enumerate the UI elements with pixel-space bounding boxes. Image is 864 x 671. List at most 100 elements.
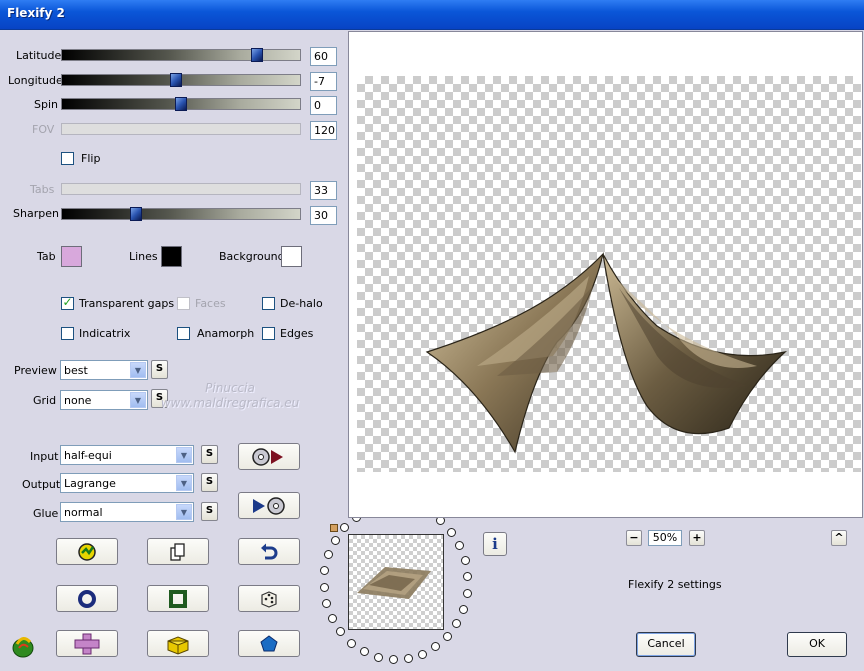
undo-button[interactable]	[238, 538, 300, 565]
navigator-dot[interactable]	[455, 541, 465, 551]
navigator-dot[interactable]	[319, 582, 329, 592]
zoom-level[interactable]: 50%	[648, 530, 682, 546]
navigator-dot[interactable]	[443, 631, 452, 641]
glue-s-button[interactable]: S	[201, 502, 218, 521]
grid-select-label: Grid	[33, 394, 57, 407]
cube-shape-button[interactable]	[147, 630, 209, 657]
tabs-value: 33	[310, 181, 337, 200]
navigator-dot[interactable]	[323, 550, 333, 560]
copy-button[interactable]	[147, 538, 209, 565]
navigator-dot[interactable]	[462, 588, 472, 598]
random-button[interactable]	[238, 585, 300, 612]
zoom-out-button[interactable]: −	[626, 530, 642, 546]
sharpen-slider[interactable]	[61, 207, 301, 221]
navigator-handle[interactable]	[330, 524, 338, 532]
navigator-dot[interactable]	[459, 604, 469, 614]
preview-s-button[interactable]: S	[151, 360, 168, 379]
spin-value[interactable]: 0	[310, 96, 337, 115]
chevron-down-icon[interactable]: ▼	[176, 475, 192, 491]
collapse-button[interactable]: ^	[831, 530, 847, 546]
background-color-swatch[interactable]	[281, 246, 302, 267]
input-s-button[interactable]: S	[201, 445, 218, 464]
watermark-line-1: Pinuccia	[205, 381, 255, 395]
chevron-down-icon[interactable]: ▼	[130, 362, 146, 378]
de-halo-checkbox[interactable]	[262, 297, 275, 310]
edges-checkbox[interactable]	[262, 327, 275, 340]
pentagon-icon	[260, 634, 278, 651]
indicatrix-checkbox[interactable]	[61, 327, 74, 340]
navigator-dot[interactable]	[339, 523, 349, 532]
latitude-slider[interactable]	[61, 48, 301, 62]
cancel-button[interactable]: Cancel	[636, 632, 696, 657]
latitude-value[interactable]: 60	[310, 47, 337, 66]
navigator-dot[interactable]	[373, 653, 383, 663]
navigator-dot[interactable]	[327, 613, 337, 623]
tabs-label: Tabs	[30, 183, 55, 196]
anamorph-checkbox[interactable]	[177, 327, 190, 340]
cross-shape-button[interactable]	[56, 630, 118, 657]
longitude-thumb[interactable]	[170, 73, 183, 87]
ok-button[interactable]: OK	[787, 632, 847, 657]
navigator-thumbnail[interactable]	[348, 534, 444, 630]
navigator-dot[interactable]	[322, 598, 332, 608]
animate-button[interactable]	[56, 538, 118, 565]
glue-select[interactable]: normal ▼	[60, 502, 194, 522]
input-select-value: half-equi	[64, 449, 112, 462]
circle-shape-button[interactable]	[56, 585, 118, 612]
undo-icon	[261, 543, 278, 559]
navigator-dot[interactable]	[359, 647, 369, 657]
zoom-in-button[interactable]: +	[689, 530, 705, 546]
preview-canvas[interactable]	[348, 31, 863, 518]
fov-value: 120	[310, 121, 337, 140]
dice-icon	[261, 590, 277, 608]
navigator-dot[interactable]	[330, 535, 340, 545]
spin-slider[interactable]	[61, 97, 301, 111]
navigator-dot[interactable]	[460, 556, 470, 566]
pentagon-shape-button[interactable]	[238, 630, 300, 657]
navigator-dot[interactable]	[388, 655, 398, 665]
square-icon	[169, 589, 187, 608]
chevron-down-icon[interactable]: ▼	[176, 447, 192, 463]
load-settings-button[interactable]	[238, 443, 300, 470]
fov-label: FOV	[32, 123, 55, 136]
input-select[interactable]: half-equi ▼	[60, 445, 194, 465]
watermark-line-2: www.maldiregrafica.eu	[160, 396, 300, 410]
navigator-dot[interactable]	[320, 566, 330, 576]
glue-select-value: normal	[64, 506, 103, 519]
transparent-gaps-label: Transparent gaps	[79, 297, 175, 310]
flexify-logo-icon	[12, 637, 34, 658]
navigator-dot[interactable]	[446, 527, 456, 537]
spin-thumb[interactable]	[175, 97, 187, 111]
title-bar[interactable]: Flexify 2	[0, 0, 864, 30]
navigator-dot[interactable]	[403, 654, 413, 664]
navigator-dot[interactable]	[336, 627, 346, 637]
preview-select[interactable]: best ▼	[60, 360, 148, 380]
output-s-button[interactable]: S	[201, 473, 218, 492]
sharpen-value[interactable]: 30	[310, 206, 337, 225]
navigator-dot[interactable]	[418, 649, 428, 659]
flip-label: Flip	[81, 152, 101, 165]
thumbnail-shape-image	[357, 567, 431, 599]
output-select[interactable]: Lagrange ▼	[60, 473, 194, 493]
navigator-dot[interactable]	[452, 619, 462, 629]
flip-checkbox[interactable]	[61, 152, 74, 165]
chevron-down-icon[interactable]: ▼	[176, 504, 192, 520]
latitude-thumb[interactable]	[251, 48, 264, 62]
indicatrix-label: Indicatrix	[79, 327, 131, 340]
square-shape-button[interactable]	[147, 585, 209, 612]
navigator-dot[interactable]	[346, 638, 356, 648]
longitude-slider[interactable]	[61, 73, 301, 87]
transparent-gaps-checkbox[interactable]: ✓	[61, 295, 74, 310]
fov-slider	[61, 123, 301, 135]
navigator-dot[interactable]	[463, 572, 473, 582]
navigator-dot[interactable]	[431, 642, 441, 652]
spin-label: Spin	[34, 98, 58, 111]
sharpen-thumb[interactable]	[129, 207, 142, 221]
preview-select-label: Preview	[14, 364, 57, 377]
tab-color-swatch[interactable]	[61, 246, 82, 267]
info-button[interactable]: i	[483, 532, 507, 556]
save-settings-button[interactable]	[238, 492, 300, 519]
flexified-shape-image	[425, 251, 788, 454]
lines-color-swatch[interactable]	[161, 246, 182, 267]
longitude-value[interactable]: -7	[310, 72, 337, 91]
